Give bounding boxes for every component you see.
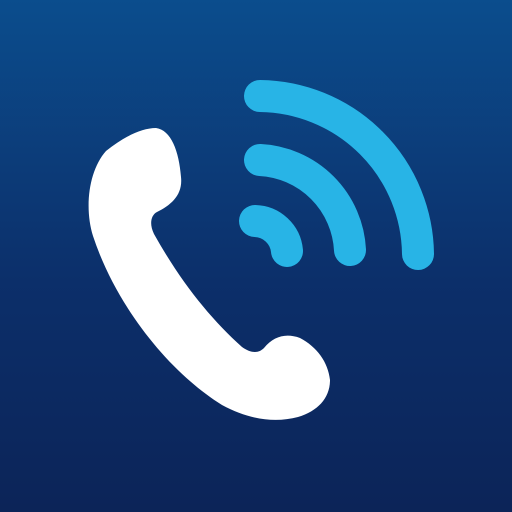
signal-waves-icon: [239, 80, 434, 270]
phone-app-icon[interactable]: [0, 0, 512, 512]
signal-wave-small: [239, 205, 303, 267]
phone-call-graphic: [88, 80, 434, 420]
